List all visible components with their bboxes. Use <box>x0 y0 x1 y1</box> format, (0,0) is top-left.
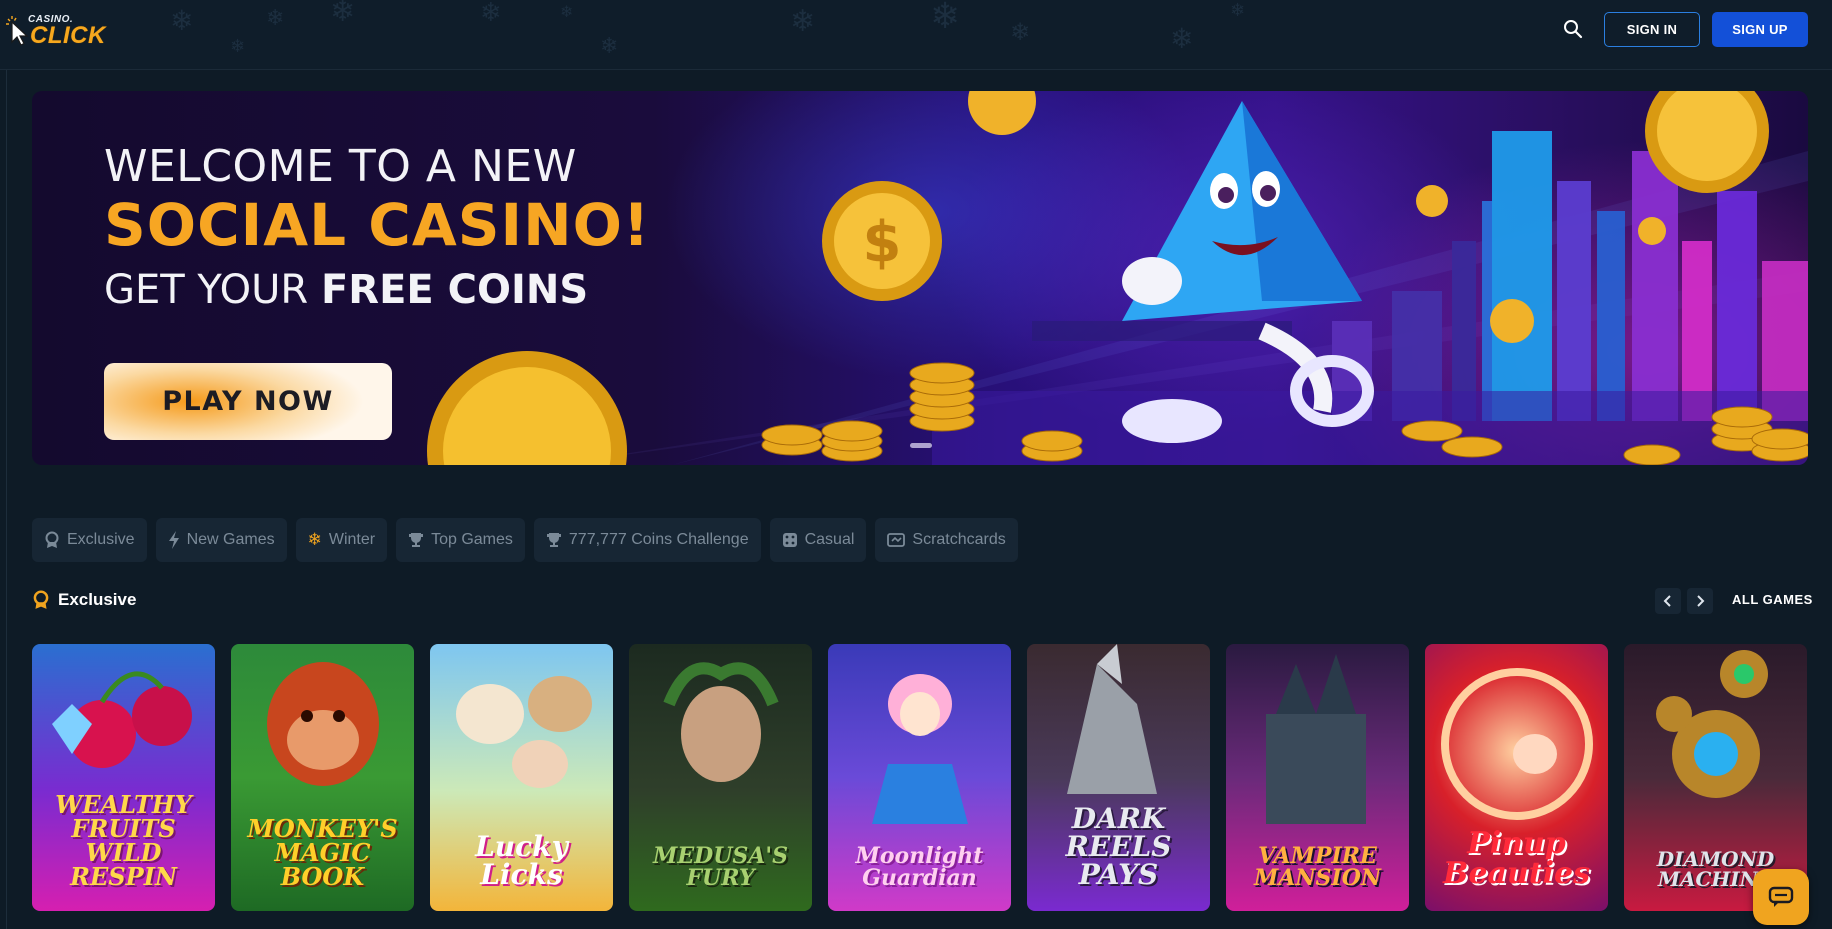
dice-icon <box>782 533 797 547</box>
snowflake-decoration-icon: ❄ <box>480 0 502 28</box>
category-chip-coins-challenge[interactable]: 777,777 Coins Challenge <box>533 518 761 562</box>
medal-icon <box>45 531 59 548</box>
search-button[interactable] <box>1556 12 1590 46</box>
medal-icon <box>33 590 49 609</box>
trophy-icon <box>409 533 424 547</box>
game-title: Lucky Licks <box>475 830 568 891</box>
game-title: MONKEY'S MAGIC BOOK <box>247 814 398 891</box>
game-title: Moonlight Guardian <box>855 843 984 891</box>
game-title: VAMPIRE MANSION <box>1254 843 1381 891</box>
chat-support-button[interactable] <box>1753 869 1809 925</box>
casino-click-logo[interactable]: CASINO. CLICK <box>6 12 116 49</box>
category-chip-label: Top Games <box>431 531 513 548</box>
game-card[interactable]: MONKEY'S MAGIC BOOK <box>231 644 414 911</box>
chevron-right-icon <box>1697 595 1705 607</box>
banner-headline-bold: FREE COINS <box>320 267 589 313</box>
snowflake-decoration-icon: ❄ <box>1170 22 1194 55</box>
snowflake-decoration-icon: ❄ <box>560 2 574 21</box>
game-card[interactable]: DARK REELS PAYS <box>1027 644 1210 911</box>
snowflake-decoration-icon: ❄ <box>230 36 246 57</box>
snowflake-decoration-icon: ❄ <box>330 0 356 29</box>
snowflake-decoration-icon: ❄ <box>600 34 619 59</box>
game-card[interactable]: MEDUSA'S FURY <box>629 644 812 911</box>
chevron-left-icon <box>1663 595 1671 607</box>
snowflake-decoration-icon: ❄ <box>930 0 961 37</box>
category-chip-new-games[interactable]: New Games <box>155 518 287 562</box>
banner-headline-prefix: GET YOUR <box>104 267 321 313</box>
banner-headline-line1: WELCOME TO A NEW <box>104 141 577 192</box>
left-rail-divider <box>6 70 7 929</box>
play-now-button[interactable]: PLAY NOW <box>104 363 392 440</box>
section-title: Exclusive <box>58 590 137 609</box>
game-card[interactable]: WEALTHY FRUITS WILD RESPIN <box>32 644 215 911</box>
section-header-exclusive: Exclusive <box>32 590 136 610</box>
category-chip-exclusive[interactable]: Exclusive <box>32 518 147 562</box>
snowflake-icon: ❄ <box>307 530 322 550</box>
banner-headline-line3: GET YOUR FREE COINS <box>104 267 588 313</box>
sign-in-button[interactable]: SIGN IN <box>1604 12 1700 47</box>
snowflake-decoration-icon: ❄ <box>1230 0 1246 21</box>
logo-big-text: CLICK <box>30 22 106 49</box>
game-title: MEDUSA'S FURY <box>653 843 788 891</box>
search-icon <box>1564 20 1583 39</box>
trophy-icon <box>546 533 561 547</box>
category-chip-label: Scratchcards <box>912 531 1006 548</box>
ticket-icon <box>887 533 906 547</box>
sign-up-button[interactable]: SIGN UP <box>1712 12 1808 47</box>
game-card[interactable]: Pinup Beauties <box>1425 644 1608 911</box>
category-chip-label: Winter <box>328 531 376 548</box>
lightning-icon <box>168 531 179 549</box>
carousel-prev-button[interactable] <box>1655 588 1681 614</box>
category-chip-label: 777,777 Coins Challenge <box>568 531 749 548</box>
game-card[interactable]: VAMPIRE MANSION <box>1226 644 1409 911</box>
category-chip-winter[interactable]: ❄ Winter <box>295 518 388 562</box>
snowflake-decoration-icon: ❄ <box>1010 18 1031 46</box>
category-chip-casual[interactable]: Casual <box>769 518 867 562</box>
carousel-next-button[interactable] <box>1687 588 1713 614</box>
category-chip-scratchcards[interactable]: Scratchcards <box>875 518 1018 562</box>
svg-text:$: $ <box>863 210 902 275</box>
category-tabs: Exclusive New Games ❄ Winter Top Games 7… <box>32 518 1018 562</box>
category-chip-label: New Games <box>186 531 275 548</box>
game-card[interactable]: Lucky Licks <box>430 644 613 911</box>
top-header: ❄ ❄ ❄ ❄ ❄ ❄ ❄ ❄ ❄ ❄ ❄ ❄ CASINO. CLICK SI… <box>0 0 1832 70</box>
snowflake-decoration-icon: ❄ <box>790 4 816 39</box>
category-chip-label: Exclusive <box>67 531 135 548</box>
game-title: Pinup Beauties <box>1443 826 1590 891</box>
game-card[interactable]: Moonlight Guardian <box>828 644 1011 911</box>
all-games-link[interactable]: ALL GAMES <box>1732 592 1813 607</box>
chat-icon <box>1768 886 1794 907</box>
game-title: WEALTHY FRUITS WILD RESPIN <box>55 790 192 891</box>
category-chip-top-games[interactable]: Top Games <box>396 518 525 562</box>
hero-banner[interactable]: $ WELCOME TO A NEW SOCIAL CASINO! GET YO… <box>32 91 1808 465</box>
category-chip-label: Casual <box>804 531 855 548</box>
game-title: DARK REELS PAYS <box>1065 802 1172 891</box>
snowflake-decoration-icon: ❄ <box>266 6 285 31</box>
banner-headline-line2: SOCIAL CASINO! <box>104 191 651 259</box>
snowflake-decoration-icon: ❄ <box>170 4 194 37</box>
